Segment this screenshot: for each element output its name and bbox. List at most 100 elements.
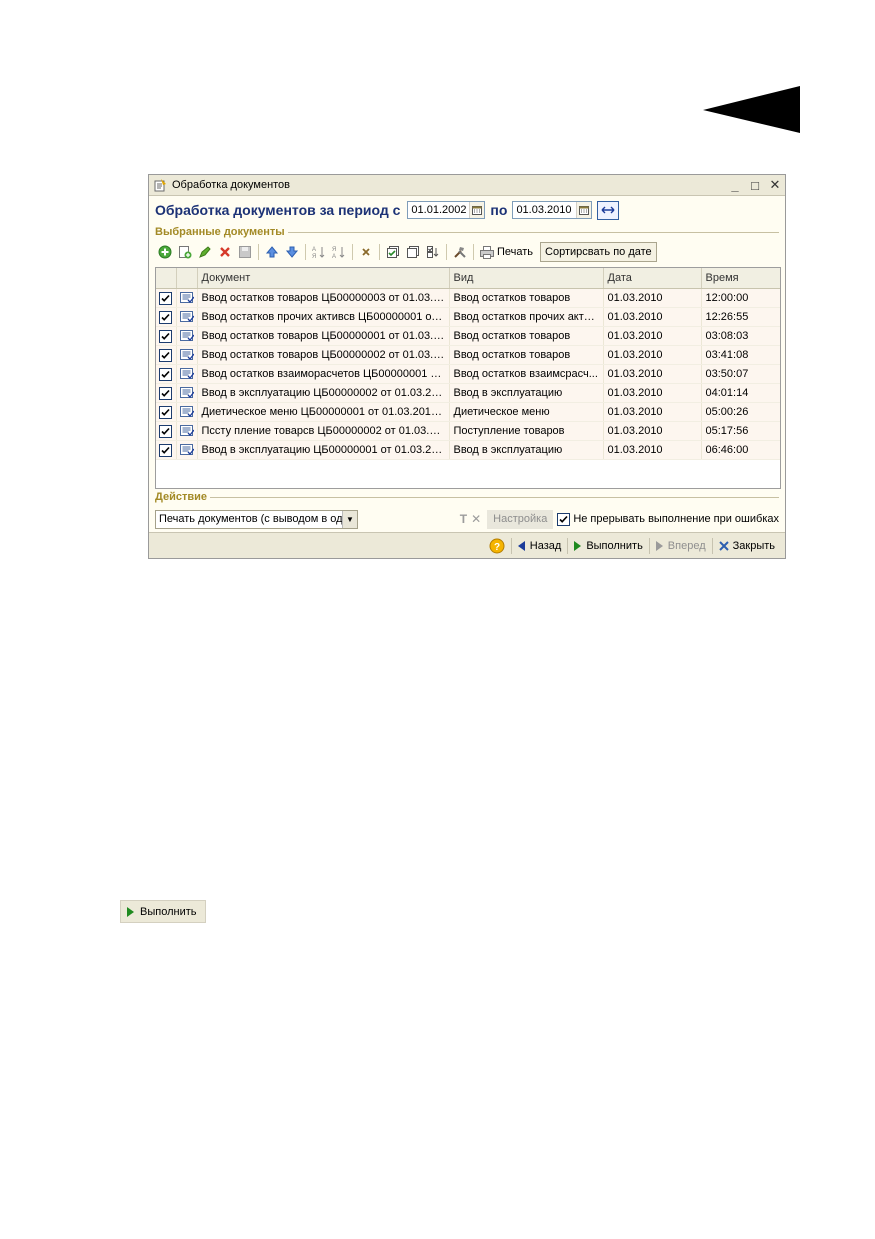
chevron-down-icon[interactable]: ▼ [342, 510, 357, 528]
run-button[interactable]: Выполнить [570, 536, 646, 556]
row-checkbox-cell[interactable] [156, 421, 177, 441]
check-all-icon[interactable] [383, 242, 403, 262]
posted-document-icon [179, 406, 194, 418]
sort-descending-icon[interactable]: ЯA [329, 242, 349, 262]
column-header-date[interactable]: Дата [603, 268, 702, 289]
row-date: 01.03.2010 [603, 383, 702, 403]
move-up-icon[interactable] [262, 242, 282, 262]
help-button[interactable]: ? [485, 536, 509, 556]
row-checkbox[interactable] [159, 367, 173, 381]
uncheck-all-icon[interactable] [403, 242, 423, 262]
minimize-button[interactable]: _ [725, 176, 745, 194]
table-row[interactable]: Диетическое меню ЦБ00000001 от 01.03.201… [156, 402, 780, 422]
action-select[interactable]: Печать документов (с выводом в одн ▼ [155, 509, 358, 529]
row-date: 01.03.2010 [603, 326, 702, 346]
date-from-field[interactable]: 01.01.2002 [407, 201, 486, 219]
sort-by-date-button[interactable]: Сортирсвать по дате [540, 242, 657, 262]
table-row[interactable]: Ввод остатков товаров ЦБ00000003 от 01.0… [156, 288, 780, 308]
copy-add-icon[interactable] [175, 242, 195, 262]
standalone-run-button[interactable]: Выполнить [120, 900, 206, 923]
column-header-icon[interactable] [176, 268, 198, 289]
posted-document-icon [179, 425, 194, 437]
row-time: 05:17:56 [701, 421, 780, 441]
invert-checks-icon[interactable] [423, 242, 443, 262]
close-window-button[interactable]: ✕ [765, 176, 785, 194]
row-icon-cell [176, 345, 198, 365]
row-checkbox-cell[interactable] [156, 383, 177, 403]
forward-arrow-icon [655, 540, 663, 551]
row-icon-cell [176, 383, 198, 403]
row-checkbox-cell[interactable] [156, 326, 177, 346]
selected-documents-section: Выбранные документы [155, 226, 779, 238]
forward-button[interactable]: Вперед [652, 536, 710, 556]
print-button[interactable]: Печать [477, 242, 536, 262]
document-processing-window: Обработка документов _ □ ✕ Обработка док… [148, 174, 786, 559]
row-checkbox-cell[interactable] [156, 288, 177, 308]
printer-icon [480, 245, 494, 259]
action-section-title: Действие [155, 491, 207, 503]
row-checkbox[interactable] [159, 405, 173, 419]
continue-on-errors-checkbox[interactable] [557, 512, 571, 526]
row-kind: Ввод остатков товаров [449, 345, 604, 365]
row-checkbox[interactable] [159, 329, 173, 343]
clear-action-icon[interactable]: ✕ [471, 512, 481, 526]
table-row[interactable]: Ввод в эксплуатацию ЦБ00000002 от 01.03.… [156, 383, 780, 403]
row-document: Ввод в эксплуатацию ЦБ00000001 от 01.03.… [197, 440, 450, 460]
column-header-check[interactable] [156, 268, 177, 289]
row-checkbox[interactable] [159, 386, 173, 400]
svg-text:Я: Я [312, 254, 316, 259]
run-arrow-icon [574, 540, 582, 551]
row-time: 12:00:00 [701, 288, 780, 308]
svg-text:?: ? [494, 542, 500, 553]
column-header-kind[interactable]: Вид [449, 268, 604, 289]
column-header-time[interactable]: Время [701, 268, 780, 289]
row-date: 01.03.2010 [603, 345, 702, 365]
row-checkbox[interactable] [159, 424, 173, 438]
row-checkbox-cell[interactable] [156, 402, 177, 422]
date-to-field[interactable]: 01.03.2010 [512, 201, 593, 219]
calendar-icon[interactable] [469, 202, 485, 218]
tools-icon[interactable] [450, 242, 470, 262]
row-checkbox[interactable] [159, 291, 173, 305]
sort-ascending-icon[interactable]: AЯ [309, 242, 329, 262]
posted-document-icon [179, 292, 194, 304]
setup-button[interactable]: Настройка [487, 509, 554, 529]
row-checkbox[interactable] [159, 310, 173, 324]
period-label: Обработка документов за период с [155, 202, 401, 218]
row-checkbox[interactable] [159, 443, 173, 457]
period-row: Обработка документов за период с 01.01.2… [155, 200, 779, 220]
delete-icon[interactable] [215, 242, 235, 262]
row-kind: Ввод в эксплуатацию [449, 440, 604, 460]
table-row[interactable]: Ввод остатков взаиморасчетов ЦБ00000001 … [156, 364, 780, 384]
edit-icon[interactable] [195, 242, 215, 262]
continue-on-errors-option[interactable]: Не прерывать выполнение при ошибках [557, 512, 779, 526]
maximize-button[interactable]: □ [745, 176, 765, 194]
svg-text:Я: Я [332, 247, 336, 253]
close-button[interactable]: Закрыть [715, 536, 779, 556]
row-checkbox-cell[interactable] [156, 345, 177, 365]
row-icon-cell [176, 402, 198, 422]
save-icon[interactable] [235, 242, 255, 262]
move-down-icon[interactable] [282, 242, 302, 262]
table-row[interactable]: Пссту пление товарсв ЦБ00000002 от 01.03… [156, 421, 780, 441]
row-checkbox-cell[interactable] [156, 307, 177, 327]
clear-icon[interactable] [356, 242, 376, 262]
help-icon: ? [489, 538, 505, 553]
action-section: Действие [155, 491, 779, 503]
row-checkbox[interactable] [159, 348, 173, 362]
row-checkbox-cell[interactable] [156, 364, 177, 384]
row-document: Пссту пление товарсв ЦБ00000002 от 01.03… [197, 421, 450, 441]
table-row[interactable]: Ввод остатков прочих активсв ЦБ00000001 … [156, 307, 780, 327]
calendar-icon[interactable] [576, 202, 592, 218]
table-row[interactable]: Ввод в эксплуатацию ЦБ00000001 от 01.03.… [156, 440, 780, 460]
table-row[interactable]: Ввод остатков товаров ЦБ00000002 от 01.0… [156, 345, 780, 365]
row-icon-cell [176, 288, 198, 308]
back-button[interactable]: Назад [514, 536, 566, 556]
row-checkbox-cell[interactable] [156, 440, 177, 460]
table-row[interactable]: Ввод остатков товаров ЦБ00000001 от 01.0… [156, 326, 780, 346]
select-period-button[interactable] [597, 200, 620, 220]
add-icon[interactable] [155, 242, 175, 262]
text-format-icon[interactable]: T [460, 512, 467, 526]
column-header-document[interactable]: Документ [197, 268, 450, 289]
date-from-value: 01.01.2002 [411, 204, 467, 216]
